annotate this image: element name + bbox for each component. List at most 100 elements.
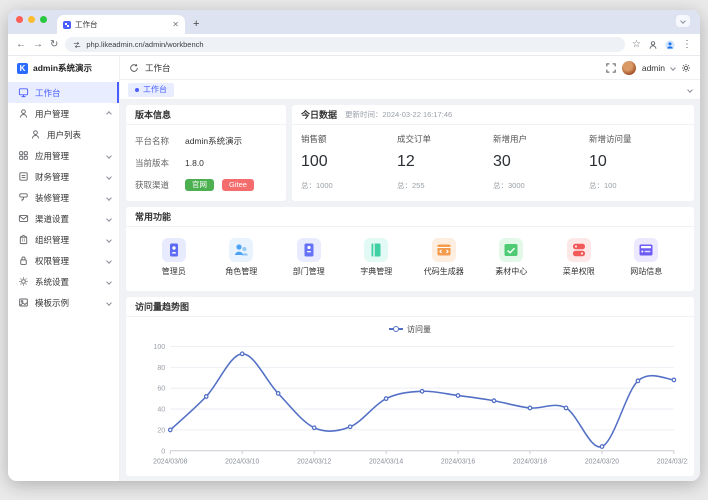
function-item-5[interactable]: 素材中心 bbox=[478, 238, 546, 277]
chart-legend[interactable]: 访问量 bbox=[126, 320, 694, 338]
tab-workbench[interactable]: 工作台 bbox=[128, 83, 174, 97]
decorate-icon bbox=[18, 192, 29, 203]
chevron-down-icon bbox=[106, 258, 112, 264]
close-window-button[interactable] bbox=[16, 16, 23, 23]
browser-avatar-icon[interactable] bbox=[665, 40, 675, 50]
stat-label: 成交订单 bbox=[397, 133, 493, 145]
reload-icon[interactable]: ↻ bbox=[50, 40, 58, 50]
sidebar-item-1[interactable]: 用户管理 bbox=[8, 103, 119, 124]
profiles-icon[interactable] bbox=[648, 40, 658, 50]
function-item-3[interactable]: 字典管理 bbox=[343, 238, 411, 277]
user-avatar[interactable] bbox=[622, 61, 636, 75]
chart-area: 0204060801002024/03/082024/03/102024/03/… bbox=[126, 338, 694, 476]
stat-total: 总：1000 bbox=[301, 180, 397, 191]
function-item-label: 字典管理 bbox=[360, 266, 392, 277]
tab-close-icon[interactable]: ✕ bbox=[172, 21, 179, 29]
stat-label: 新增用户 bbox=[493, 133, 589, 145]
user-icon bbox=[18, 108, 29, 119]
gitee-button[interactable]: Gitee bbox=[222, 179, 254, 192]
version-card-title: 版本信息 bbox=[135, 108, 171, 121]
svg-text:20: 20 bbox=[157, 425, 165, 434]
function-item-6[interactable]: 菜单权限 bbox=[545, 238, 613, 277]
sidebar-item-9[interactable]: 系统设置 bbox=[8, 271, 119, 292]
sidebar-item-7[interactable]: 组织管理 bbox=[8, 229, 119, 250]
platform-name-row: 平台名称 admin系统演示 bbox=[135, 135, 277, 147]
department-icon bbox=[297, 238, 321, 262]
today-stats: 销售额100总：1000成交订单12总：255新增用户30总：3000新增访问量… bbox=[292, 125, 694, 201]
tab-search-button[interactable] bbox=[676, 15, 690, 27]
sidebar-item-label: 渠道设置 bbox=[35, 213, 101, 225]
functions-card-title: 常用功能 bbox=[135, 210, 171, 223]
sidebar-item-label: 用户管理 bbox=[35, 108, 101, 120]
sidebar-item-2[interactable]: 用户列表 bbox=[8, 124, 119, 145]
refresh-icon[interactable] bbox=[129, 63, 139, 73]
finance-icon bbox=[18, 171, 29, 182]
address-bar[interactable]: php.likeadmin.cn/admin/workbench bbox=[65, 37, 625, 52]
app-logo[interactable]: K admin系统演示 bbox=[8, 56, 119, 80]
svg-text:80: 80 bbox=[157, 363, 165, 372]
active-tab-dot-icon bbox=[135, 88, 139, 92]
stat-2: 新增用户30总：3000 bbox=[493, 129, 589, 195]
sidebar-item-3[interactable]: 应用管理 bbox=[8, 145, 119, 166]
stat-3: 新增访问量10总：100 bbox=[589, 129, 685, 195]
browser-menu-icon[interactable]: ⋮ bbox=[682, 40, 692, 50]
platform-name-value: admin系统演示 bbox=[185, 135, 242, 147]
zoom-window-button[interactable] bbox=[40, 16, 47, 23]
official-site-button[interactable]: 官网 bbox=[185, 179, 214, 192]
sidebar-item-label: 装修管理 bbox=[35, 192, 101, 204]
sidebar-menu: 工作台用户管理用户列表应用管理财务管理装修管理渠道设置组织管理权限管理系统设置模… bbox=[8, 80, 119, 481]
svg-text:2024/03/12: 2024/03/12 bbox=[297, 458, 331, 465]
sidebar-item-8[interactable]: 权限管理 bbox=[8, 250, 119, 271]
sidebar-item-5[interactable]: 装修管理 bbox=[8, 187, 119, 208]
current-version-label: 当前版本 bbox=[135, 157, 177, 169]
sidebar-item-label: 组织管理 bbox=[35, 234, 101, 246]
function-item-2[interactable]: 部门管理 bbox=[275, 238, 343, 277]
sidebar-item-6[interactable]: 渠道设置 bbox=[8, 208, 119, 229]
svg-text:2024/03/22: 2024/03/22 bbox=[657, 458, 688, 465]
fullscreen-icon[interactable] bbox=[606, 63, 616, 73]
admin-app: K admin系统演示 工作台用户管理用户列表应用管理财务管理装修管理渠道设置组… bbox=[8, 56, 700, 481]
current-version-value: 1.8.0 bbox=[185, 158, 204, 168]
stat-label: 销售额 bbox=[301, 133, 397, 145]
sidebar-item-10[interactable]: 模板示例 bbox=[8, 292, 119, 313]
svg-text:0: 0 bbox=[161, 446, 165, 455]
sidebar-item-0[interactable]: 工作台 bbox=[8, 82, 119, 103]
settings-gear-icon[interactable] bbox=[681, 63, 691, 73]
username: admin bbox=[642, 63, 665, 73]
source-channel-label: 获取渠道 bbox=[135, 179, 177, 191]
function-item-4[interactable]: 代码生成器 bbox=[410, 238, 478, 277]
function-item-label: 代码生成器 bbox=[424, 266, 464, 277]
site-settings-icon[interactable] bbox=[73, 41, 81, 49]
code-generator-icon bbox=[432, 238, 456, 262]
tabs-more-chevron-down-icon[interactable] bbox=[687, 87, 693, 93]
svg-text:2024/03/14: 2024/03/14 bbox=[369, 458, 403, 465]
stat-1: 成交订单12总：255 bbox=[397, 129, 493, 195]
main-area: 工作台 admin 工作台 bbox=[120, 56, 700, 481]
lock-icon bbox=[18, 255, 29, 266]
function-item-7[interactable]: 网站信息 bbox=[613, 238, 681, 277]
sidebar-item-label: 权限管理 bbox=[35, 255, 101, 267]
menu-permission-icon bbox=[567, 238, 591, 262]
roles-icon bbox=[229, 238, 253, 262]
sidebar-item-label: 工作台 bbox=[35, 87, 109, 99]
minimize-window-button[interactable] bbox=[28, 16, 35, 23]
new-tab-button[interactable]: + bbox=[193, 18, 199, 34]
chevron-down-icon bbox=[106, 195, 112, 201]
browser-toolbar: ← → ↻ php.likeadmin.cn/admin/workbench ☆… bbox=[8, 34, 700, 56]
browser-tab[interactable]: 工作台 ✕ bbox=[57, 15, 185, 34]
stat-total: 总：100 bbox=[589, 180, 685, 191]
bookmark-star-icon[interactable]: ☆ bbox=[632, 40, 641, 50]
svg-text:2024/03/08: 2024/03/08 bbox=[153, 458, 187, 465]
tab-title: 工作台 bbox=[75, 19, 168, 30]
function-item-0[interactable]: 管理员 bbox=[140, 238, 208, 277]
chevron-down-icon bbox=[106, 174, 112, 180]
forward-icon[interactable]: → bbox=[33, 40, 43, 50]
sidebar-item-4[interactable]: 财务管理 bbox=[8, 166, 119, 187]
platform-name-label: 平台名称 bbox=[135, 135, 177, 147]
chevron-down-icon bbox=[106, 300, 112, 306]
user-menu-chevron-down-icon[interactable] bbox=[670, 65, 676, 71]
browser-tabstrip: 工作台 ✕ + bbox=[8, 10, 700, 34]
function-item-1[interactable]: 角色管理 bbox=[208, 238, 276, 277]
svg-text:2024/03/20: 2024/03/20 bbox=[585, 458, 619, 465]
back-icon[interactable]: ← bbox=[16, 40, 26, 50]
